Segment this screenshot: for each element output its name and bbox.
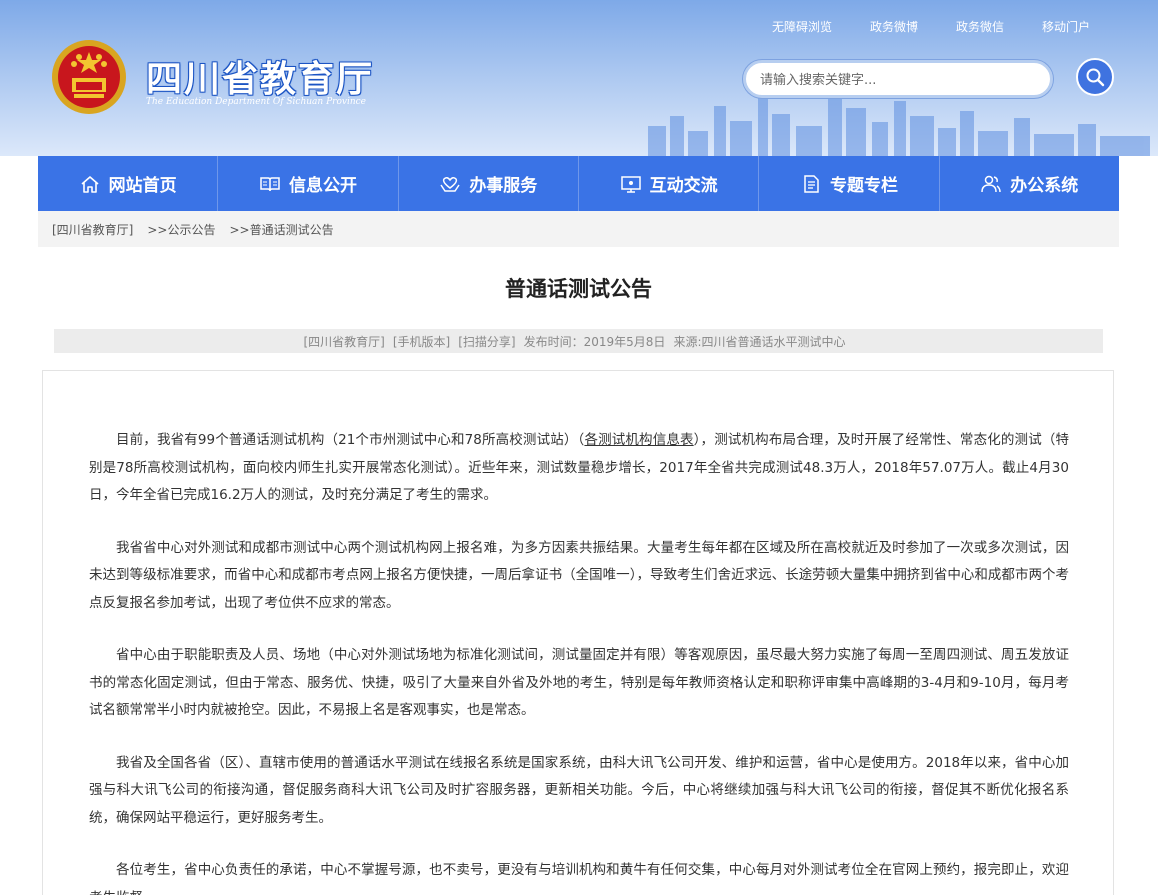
nav-home[interactable]: 网站首页 <box>38 156 219 211</box>
article-meta: [四川省教育厅] [手机版本] [扫描分享] 发布时间：2019年5月8日 来源… <box>54 329 1103 353</box>
breadcrumb-home[interactable]: [四川省教育厅] <box>52 221 133 238</box>
users-icon <box>981 175 1002 192</box>
nav-interaction-label: 互动交流 <box>649 176 718 196</box>
breadcrumb-notices[interactable]: >>公示公告 <box>147 221 215 238</box>
nav-topics-label: 专题专栏 <box>829 176 898 196</box>
paragraph-4: 我省及全国各省（区）、直辖市使用的普通话水平测试在线报名系统是国家系统，由科大讯… <box>89 754 1069 826</box>
meta-publish-date: 发布时间：2019年5月8日 <box>523 334 666 349</box>
accessibility-link[interactable]: 无障碍浏览 <box>772 18 832 35</box>
search-box <box>743 60 1053 98</box>
meta-source: 来源:四川省普通话水平测试中心 <box>673 334 846 349</box>
main-nav: 网站首页 信息公开 办事服务 互动交流 专题专栏 办公系统 <box>38 156 1119 211</box>
nav-info-disclosure[interactable]: 信息公开 <box>218 156 399 211</box>
search-button[interactable] <box>1076 58 1114 96</box>
main-content-area: [四川省教育厅] >>公示公告 >>普通话测试公告 普通话测试公告 [四川省教育… <box>38 211 1119 895</box>
nav-interaction[interactable]: 互动交流 <box>579 156 760 211</box>
mobile-portal-link[interactable]: 移动门户 <box>1042 18 1090 35</box>
weibo-link[interactable]: 政务微博 <box>870 18 918 35</box>
paragraph-1: 目前，我省有99个普通话测试机构（21个市州测试中心和78所高校测试站）（各测试… <box>89 427 1069 510</box>
paragraph-5: 各位考生，省中心负责任的承诺，中心不掌握号源，也不卖号，更没有与培训机构和黄牛有… <box>89 862 1069 895</box>
paragraph-1-before: 目前，我省有99个普通话测试机构（21个市州测试中心和78所高校测试站）（ <box>116 432 585 448</box>
institution-info-link[interactable]: 各测试机构信息表 <box>584 432 693 448</box>
nav-home-label: 网站首页 <box>108 176 177 196</box>
hands-icon <box>440 176 460 192</box>
wechat-link[interactable]: 政务微信 <box>956 18 1004 35</box>
search-input[interactable] <box>760 71 1030 89</box>
national-emblem-icon <box>52 40 126 114</box>
nav-services-label: 办事服务 <box>469 176 538 196</box>
home-icon <box>81 175 99 193</box>
nav-topics[interactable]: 专题专栏 <box>759 156 940 211</box>
search-icon <box>1086 68 1105 87</box>
nav-office-system[interactable]: 办公系统 <box>940 156 1119 211</box>
site-title: 四川省教育厅 <box>146 59 375 100</box>
nav-info-label: 信息公开 <box>288 176 357 196</box>
document-icon <box>804 174 819 193</box>
breadcrumb: [四川省教育厅] >>公示公告 >>普通话测试公告 <box>38 211 1119 247</box>
monitor-icon <box>620 175 641 193</box>
breadcrumb-current[interactable]: >>普通话测试公告 <box>230 221 334 238</box>
meta-share-link[interactable]: [扫描分享] <box>458 333 515 350</box>
site-header: 四川省教育厅 The Education Department Of Sichu… <box>0 0 1158 156</box>
paragraph-2: 我省省中心对外测试和成都市测试中心两个测试机构网上报名难，为多方因素共振结果。大… <box>89 539 1069 611</box>
top-links: 无障碍浏览 政务微博 政务微信 移动门户 <box>772 18 1090 35</box>
article-title: 普通话测试公告 <box>505 277 652 301</box>
nav-office-label: 办公系统 <box>1010 176 1079 196</box>
article-body: 目前，我省有99个普通话测试机构（21个市州测试中心和78所高校测试站）（各测试… <box>42 370 1114 895</box>
book-icon <box>260 176 280 191</box>
meta-site-link[interactable]: [四川省教育厅] <box>304 333 385 350</box>
nav-services[interactable]: 办事服务 <box>399 156 579 211</box>
site-subtitle: The Education Department Of Sichuan Prov… <box>146 97 366 107</box>
meta-mobile-link[interactable]: [手机版本] <box>393 333 450 350</box>
paragraph-3: 省中心由于职能职责及人员、场地（中心对外测试场地为标准化测试间，测试量固定并有限… <box>89 647 1069 718</box>
